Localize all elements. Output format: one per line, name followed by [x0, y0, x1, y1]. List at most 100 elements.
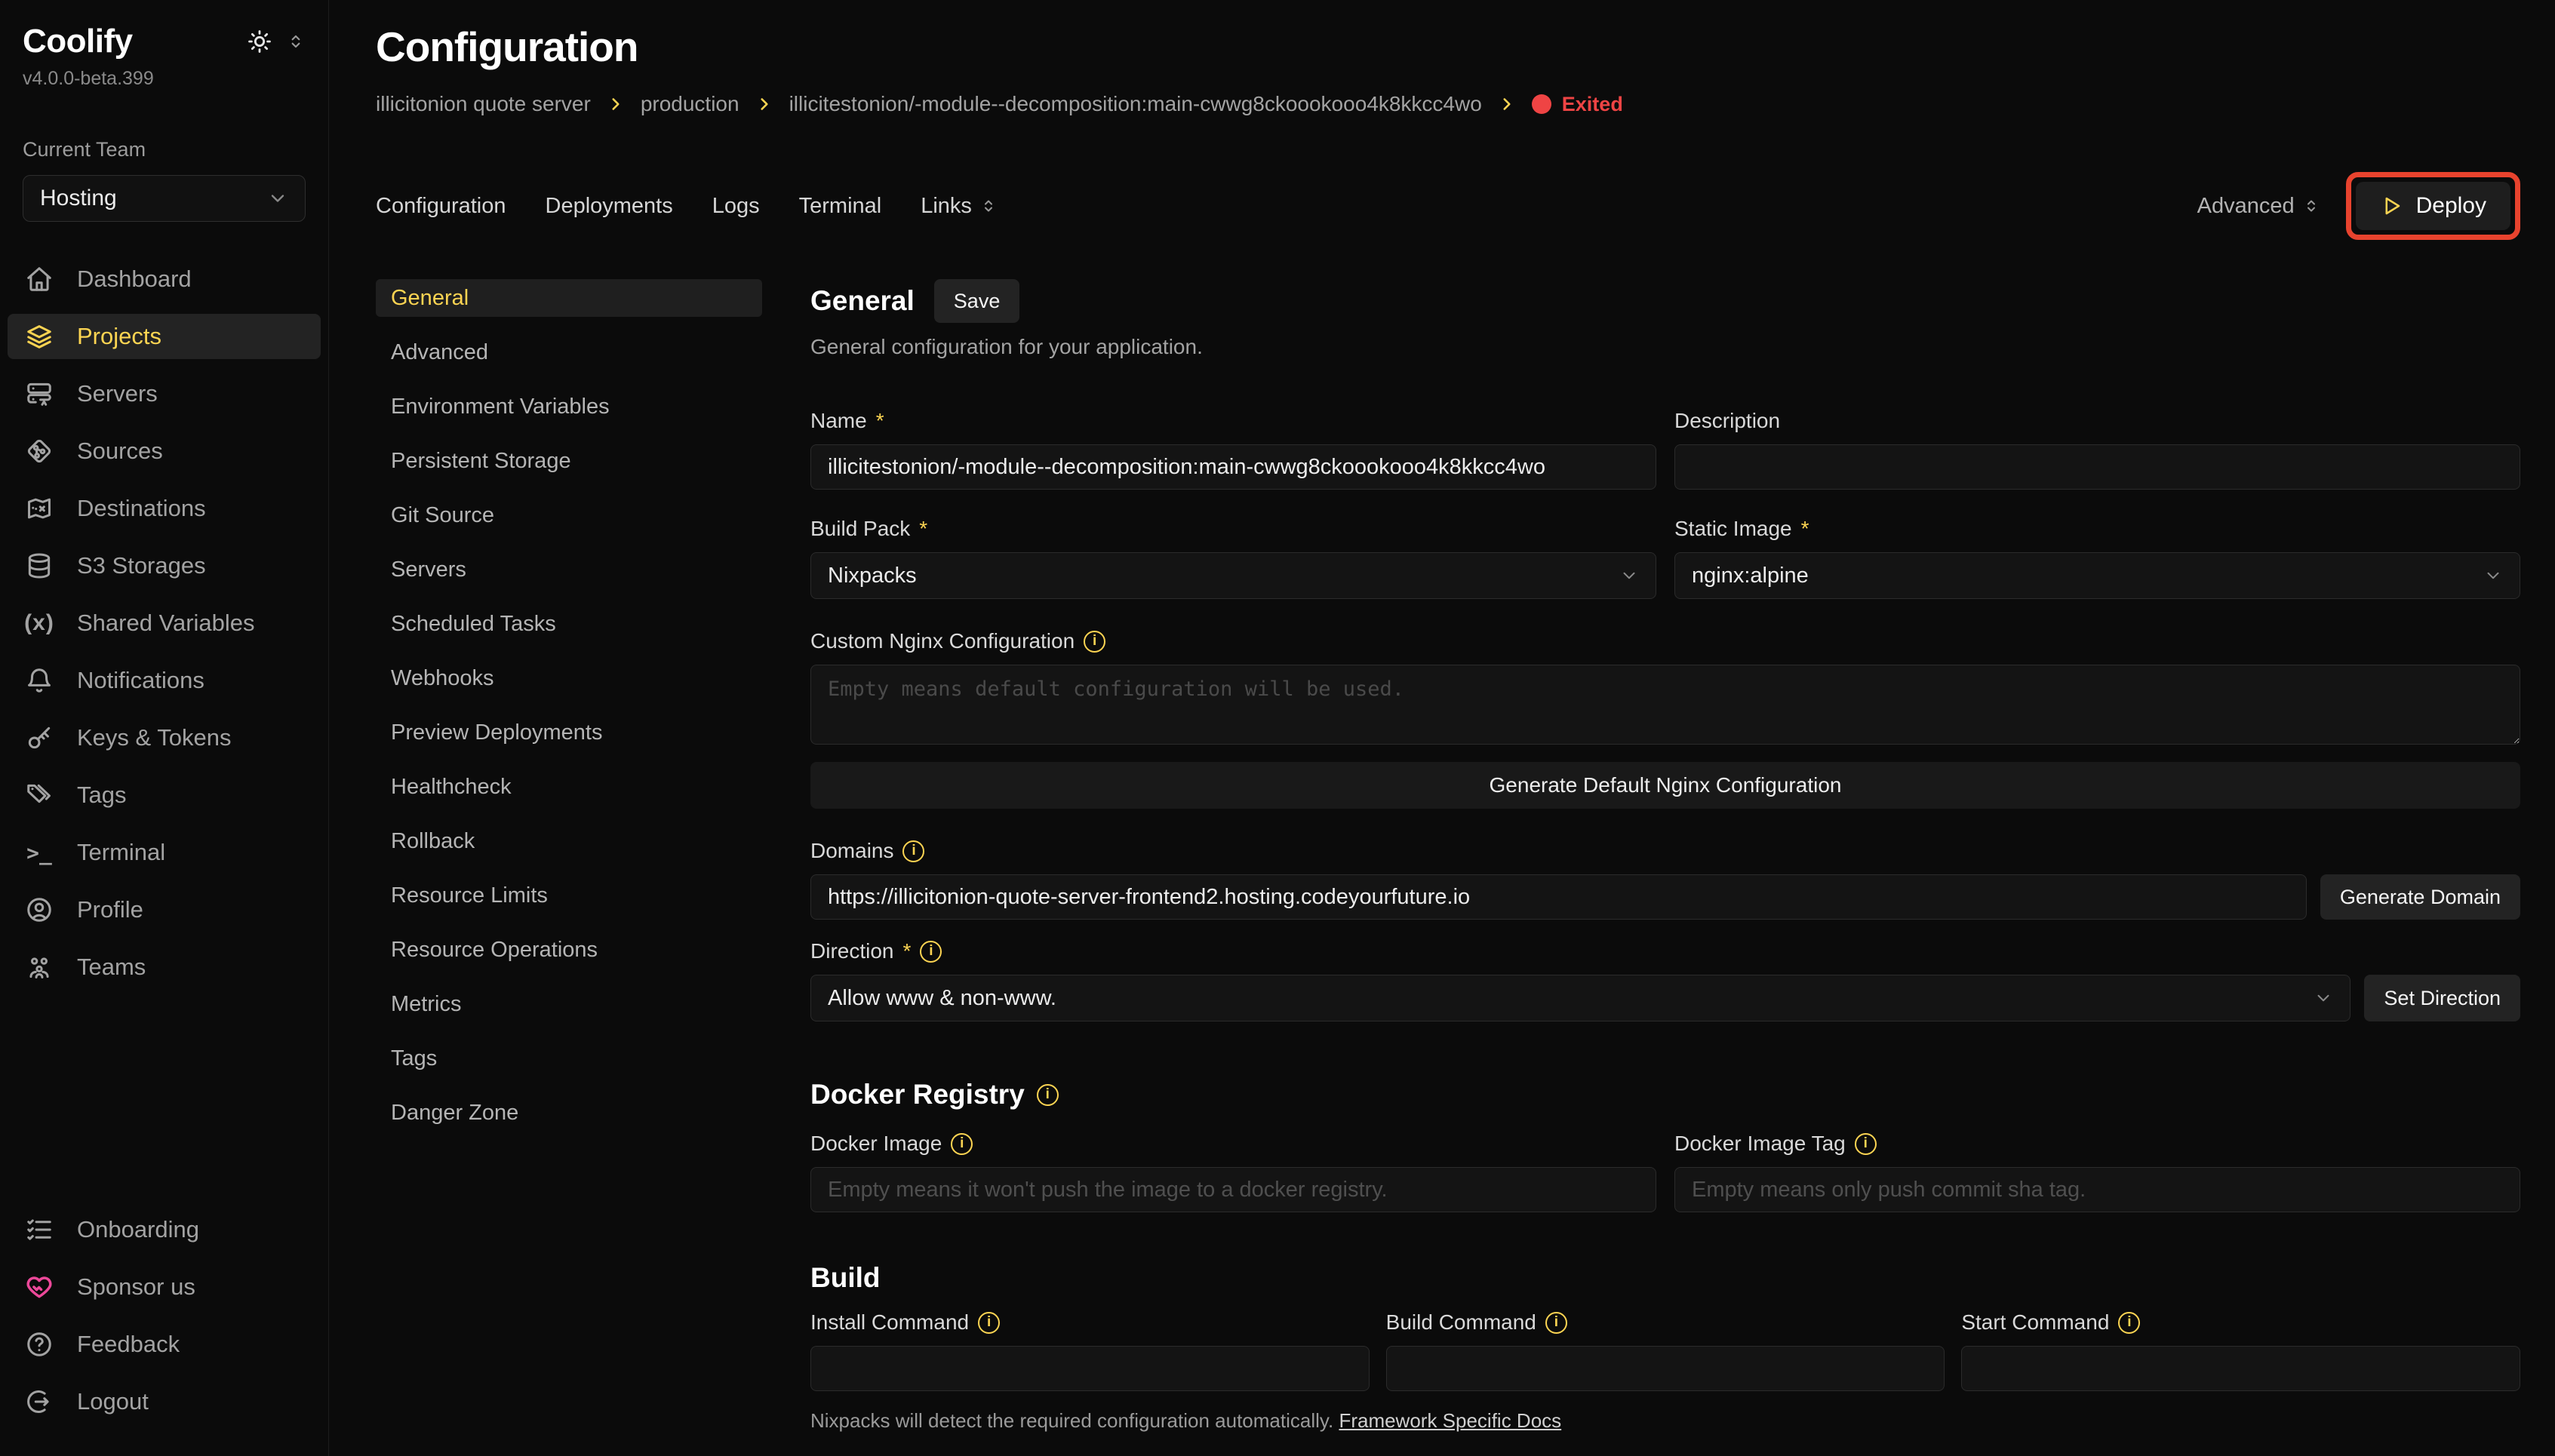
submenu-item-servers[interactable]: Servers — [376, 551, 762, 588]
sidebar-item-label: Tags — [77, 782, 126, 809]
status-text: Exited — [1562, 93, 1623, 116]
team-select-value: Hosting — [40, 186, 117, 211]
deploy-button-label: Deploy — [2416, 193, 2486, 219]
submenu-item-git-source[interactable]: Git Source — [376, 496, 762, 534]
submenu-item-preview-deployments[interactable]: Preview Deployments — [376, 714, 762, 751]
generate-nginx-button[interactable]: Generate Default Nginx Configuration — [810, 762, 2520, 809]
checklist-icon — [24, 1215, 54, 1245]
sidebar-item-sources[interactable]: Sources — [8, 429, 321, 474]
sidebar-item-s3-storages[interactable]: S3 Storages — [8, 543, 321, 588]
generate-domain-button[interactable]: Generate Domain — [2320, 874, 2520, 920]
static-image-select[interactable]: nginx:alpine — [1674, 552, 2520, 599]
submenu-item-danger-zone[interactable]: Danger Zone — [376, 1094, 762, 1132]
current-team-label: Current Team — [0, 138, 328, 161]
sidebar-item-servers[interactable]: Servers — [8, 371, 321, 416]
build-pack-select[interactable]: Nixpacks — [810, 552, 1656, 599]
submenu-item-persistent-storage[interactable]: Persistent Storage — [376, 442, 762, 480]
custom-nginx-textarea[interactable] — [810, 665, 2520, 745]
general-heading: General — [810, 285, 915, 317]
sidebar-bottom-nav: Onboarding Sponsor us Feedback Logout — [0, 1207, 328, 1436]
docker-image-tag-input[interactable] — [1674, 1167, 2520, 1212]
tab-configuration[interactable]: Configuration — [376, 194, 506, 219]
breadcrumb-application[interactable]: illicitestonion/-module--decomposition:m… — [789, 92, 1482, 116]
install-command-input[interactable] — [810, 1346, 1370, 1391]
save-button[interactable]: Save — [934, 279, 1020, 323]
map-icon — [24, 493, 54, 524]
domains-label: Domains i — [810, 839, 2520, 863]
direction-value: Allow www & non-www. — [828, 986, 1056, 1011]
submenu-item-resource-operations[interactable]: Resource Operations — [376, 931, 762, 969]
submenu-item-metrics[interactable]: Metrics — [376, 985, 762, 1023]
tab-terminal[interactable]: Terminal — [799, 194, 882, 219]
sidebar-item-projects[interactable]: Projects — [8, 314, 321, 359]
sidebar-item-feedback[interactable]: Feedback — [8, 1322, 321, 1367]
submenu-item-advanced[interactable]: Advanced — [376, 333, 762, 371]
advanced-dropdown[interactable]: Advanced — [2197, 194, 2320, 219]
custom-nginx-label: Custom Nginx Configuration i — [810, 629, 2520, 653]
play-icon — [2380, 195, 2403, 217]
set-direction-button[interactable]: Set Direction — [2364, 975, 2520, 1021]
chevron-down-icon — [267, 188, 288, 209]
framework-docs-link[interactable]: Framework Specific Docs — [1339, 1409, 1561, 1432]
docker-image-label: Docker Image i — [810, 1132, 1656, 1156]
breadcrumb: illicitonion quote server production ill… — [376, 92, 2520, 116]
build-heading: Build — [810, 1262, 2520, 1294]
docker-registry-heading: Docker Registry — [810, 1079, 1025, 1110]
sidebar-item-destinations[interactable]: Destinations — [8, 486, 321, 531]
help-circle-icon — [24, 1329, 54, 1359]
submenu-item-tags[interactable]: Tags — [376, 1040, 762, 1077]
sidebar-item-sponsor[interactable]: Sponsor us — [8, 1264, 321, 1310]
sidebar-item-profile[interactable]: Profile — [8, 887, 321, 932]
build-pack-label: Build Pack* — [810, 517, 1656, 541]
database-icon — [24, 551, 54, 581]
theme-selector-icon[interactable] — [286, 32, 306, 51]
docker-image-input[interactable] — [810, 1167, 1656, 1212]
deploy-button[interactable]: Deploy — [2356, 182, 2510, 230]
submenu-item-scheduled-tasks[interactable]: Scheduled Tasks — [376, 605, 762, 643]
build-command-input[interactable] — [1386, 1346, 1945, 1391]
sidebar-item-terminal[interactable]: >_ Terminal — [8, 830, 321, 875]
tab-logs[interactable]: Logs — [712, 194, 760, 219]
build-command-label: Build Command i — [1386, 1310, 1945, 1335]
theme-toggle-sun-icon[interactable] — [247, 29, 272, 54]
direction-select[interactable]: Allow www & non-www. — [810, 975, 2351, 1021]
submenu-item-resource-limits[interactable]: Resource Limits — [376, 877, 762, 914]
breadcrumb-project[interactable]: illicitonion quote server — [376, 92, 591, 116]
sidebar-item-notifications[interactable]: Notifications — [8, 658, 321, 703]
tab-deployments[interactable]: Deployments — [546, 194, 673, 219]
sidebar-item-onboarding[interactable]: Onboarding — [8, 1207, 321, 1252]
team-select[interactable]: Hosting — [23, 175, 306, 222]
description-label: Description — [1674, 409, 2520, 433]
sidebar-item-keys-tokens[interactable]: Keys & Tokens — [8, 715, 321, 760]
nixpacks-note: Nixpacks will detect the required config… — [810, 1409, 2520, 1433]
sidebar-item-shared-variables[interactable]: (x) Shared Variables — [8, 601, 321, 646]
submenu-item-environment-variables[interactable]: Environment Variables — [376, 388, 762, 425]
info-icon: i — [951, 1133, 973, 1155]
info-icon: i — [920, 941, 942, 963]
general-subtitle: General configuration for your applicati… — [810, 335, 2520, 359]
sidebar-item-label: Servers — [77, 380, 158, 407]
status-dot — [1532, 94, 1551, 114]
domains-input[interactable] — [810, 874, 2307, 920]
chevron-down-icon — [1619, 566, 1639, 585]
app-version: v4.0.0-beta.399 — [0, 68, 328, 90]
description-input[interactable] — [1674, 444, 2520, 490]
sidebar-item-teams[interactable]: Teams — [8, 945, 321, 990]
tab-links[interactable]: Links — [921, 194, 998, 219]
static-image-value: nginx:alpine — [1692, 564, 1809, 588]
user-circle-icon — [24, 895, 54, 925]
submenu-item-general[interactable]: General — [376, 279, 762, 317]
name-input[interactable] — [810, 444, 1656, 490]
app-logo[interactable]: Coolify — [23, 23, 133, 60]
breadcrumb-environment[interactable]: production — [641, 92, 739, 116]
sidebar-item-logout[interactable]: Logout — [8, 1379, 321, 1424]
submenu-item-rollback[interactable]: Rollback — [376, 822, 762, 860]
sidebar-item-label: Keys & Tokens — [77, 724, 231, 751]
tab-links-label: Links — [921, 194, 972, 219]
submenu-item-webhooks[interactable]: Webhooks — [376, 659, 762, 697]
sidebar-item-tags[interactable]: Tags — [8, 773, 321, 818]
sidebar-item-dashboard[interactable]: Dashboard — [8, 256, 321, 302]
info-icon: i — [1084, 631, 1105, 653]
submenu-item-healthcheck[interactable]: Healthcheck — [376, 768, 762, 806]
start-command-input[interactable] — [1961, 1346, 2520, 1391]
